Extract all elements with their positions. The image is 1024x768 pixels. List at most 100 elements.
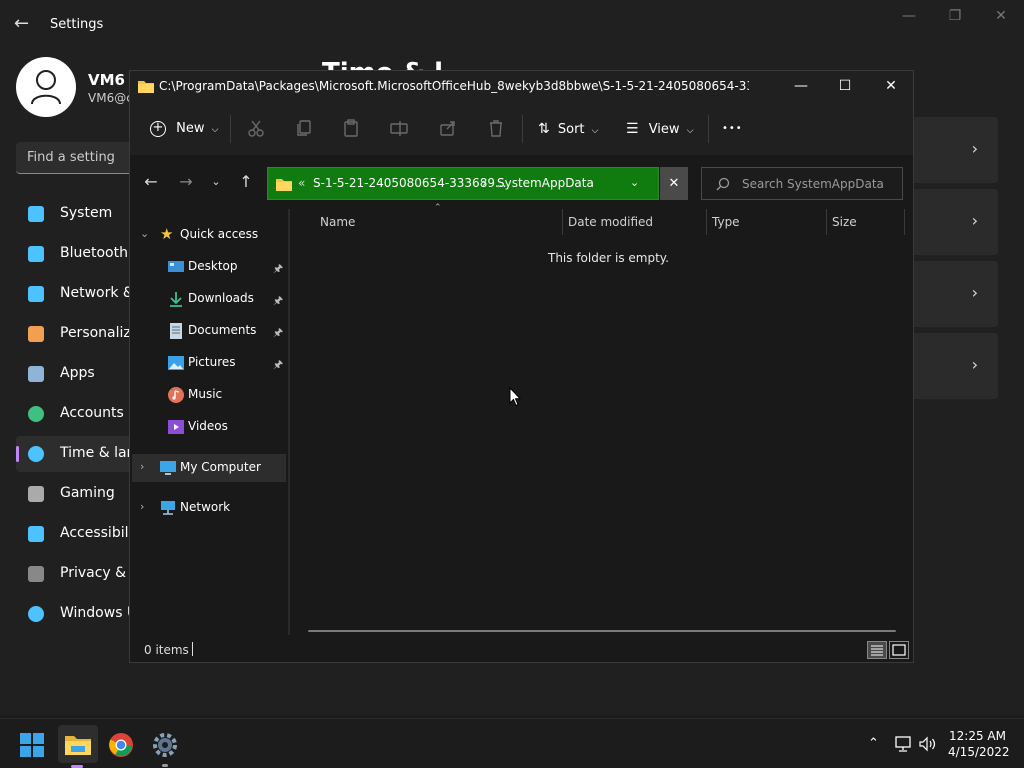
column-header-name[interactable]: Name: [320, 215, 355, 229]
network-status-icon[interactable]: [894, 736, 912, 752]
chevron-down-icon: ⌵: [686, 126, 694, 136]
up-arrow-icon[interactable]: ↑: [236, 172, 256, 192]
sidebar-item-desktop[interactable]: Desktop 🖈: [132, 253, 286, 281]
address-dropdown-chevron-icon[interactable]: ⌄: [630, 176, 639, 189]
back-arrow-icon[interactable]: ←: [141, 172, 161, 192]
sidebar-item-downloads[interactable]: Downloads 🖈: [132, 285, 286, 313]
sidebar-item-quick-access[interactable]: ⌄ ★ Quick access: [132, 221, 286, 249]
column-divider[interactable]: [826, 209, 827, 235]
sidebar-item-accessibility[interactable]: Accessibility: [16, 516, 146, 552]
chrome-icon[interactable]: [108, 732, 134, 758]
file-list: Name ⌃ Date modified Type Size This fold…: [290, 203, 913, 635]
network-icon: [161, 501, 175, 515]
volume-icon[interactable]: [919, 736, 937, 752]
expand-chevron-icon[interactable]: ⌄: [140, 227, 152, 240]
clear-address-button[interactable]: ✕: [660, 167, 688, 200]
restore-icon[interactable]: ❐: [932, 8, 978, 28]
sidebar-item-music[interactable]: Music: [132, 381, 286, 409]
sidebar-item-windows-u[interactable]: Windows U: [16, 596, 138, 632]
toolbar-divider: [230, 115, 231, 143]
close-icon[interactable]: ✕: [978, 8, 1024, 28]
sidebar-item-my-computer[interactable]: › My Computer: [132, 454, 286, 482]
file-explorer-taskbar-button[interactable]: [58, 725, 98, 763]
folder-icon: [276, 179, 292, 191]
toolbar-divider: [522, 115, 523, 143]
plus-circle-icon: +: [150, 120, 166, 137]
paste-icon[interactable]: [342, 119, 360, 137]
minimize-button[interactable]: —: [778, 71, 824, 103]
sidebar-item-label: Windows U: [60, 605, 138, 621]
navigation-pane: ⌄ ★ Quick access Desktop 🖈 Downloads 🖈 D…: [130, 209, 288, 635]
sidebar-item-time-lang[interactable]: Time & lang: [16, 436, 144, 472]
avatar[interactable]: [16, 57, 76, 117]
videos-icon: [168, 420, 184, 434]
settings-card[interactable]: ›: [912, 117, 998, 183]
clock-time: 12:25 AM: [949, 729, 1006, 743]
find-setting-input[interactable]: Find a setting: [16, 142, 134, 174]
search-input[interactable]: Search SystemAppData: [701, 167, 903, 200]
sidebar-item-personaliza[interactable]: Personaliza: [16, 316, 139, 352]
running-app-indicator: [162, 764, 168, 767]
sidebar-item-privacy-se[interactable]: Privacy & se: [16, 556, 146, 592]
sidebar-item-pictures[interactable]: Pictures 🖈: [132, 349, 286, 377]
settings-card[interactable]: ›: [912, 261, 998, 327]
cut-icon[interactable]: [247, 119, 265, 137]
breadcrumb-current[interactable]: SystemAppData: [497, 176, 594, 190]
close-button[interactable]: ✕: [868, 71, 914, 103]
item-count: 0 items: [144, 643, 189, 657]
sidebar-item-bluetooth[interactable]: Bluetooth &: [16, 236, 143, 272]
column-header-size[interactable]: Size: [832, 215, 857, 229]
more-options-button[interactable]: •••: [722, 117, 743, 141]
sort-button[interactable]: ⇅ Sort ⌵: [538, 117, 599, 141]
new-button[interactable]: + New ⌵: [150, 117, 218, 141]
window-title: C:\ProgramData\Packages\Microsoft.Micros…: [159, 79, 749, 93]
details-view-button[interactable]: [867, 641, 887, 659]
sidebar-item-documents[interactable]: Documents 🖈: [132, 317, 286, 345]
settings-card[interactable]: ›: [912, 333, 998, 399]
explorer-titlebar[interactable]: C:\ProgramData\Packages\Microsoft.Micros…: [130, 71, 913, 103]
copy-icon[interactable]: [295, 119, 313, 137]
share-icon[interactable]: [439, 119, 457, 137]
clock[interactable]: 12:25 AM 4/15/2022: [948, 728, 1010, 760]
column-header-date-modified[interactable]: Date modified: [568, 215, 653, 229]
column-divider[interactable]: [562, 209, 563, 235]
view-button[interactable]: ☰ View ⌵: [626, 117, 694, 141]
breadcrumb-overflow[interactable]: «: [298, 176, 305, 190]
rename-icon[interactable]: [390, 119, 408, 137]
sidebar-item-videos[interactable]: Videos: [132, 413, 286, 441]
settings-card[interactable]: ›: [912, 189, 998, 255]
maximize-button[interactable]: ☐: [822, 71, 868, 103]
forward-arrow-icon[interactable]: →: [176, 172, 196, 192]
back-arrow-icon[interactable]: ←: [14, 14, 34, 34]
clock-globe-icon: [28, 446, 44, 462]
breadcrumb-segment[interactable]: S-1-5-21-2405080654-333689...: [313, 176, 506, 190]
sidebar-item-apps[interactable]: Apps: [16, 356, 134, 392]
sidebar-item-network[interactable]: › Network: [132, 494, 286, 522]
find-setting-placeholder: Find a setting: [27, 150, 115, 165]
expand-chevron-icon[interactable]: ›: [140, 500, 152, 513]
column-header-type[interactable]: Type: [712, 215, 740, 229]
pin-icon[interactable]: 🖈: [273, 324, 285, 339]
sidebar-item-network[interactable]: Network &: [16, 276, 134, 312]
pin-icon[interactable]: 🖈: [273, 292, 285, 307]
sidebar-item-gaming[interactable]: Gaming: [16, 476, 134, 512]
start-icon[interactable]: [19, 732, 45, 758]
expand-chevron-icon[interactable]: ›: [140, 460, 152, 473]
sort-label: Sort: [557, 122, 585, 137]
sidebar-label: Desktop: [188, 259, 238, 273]
chevron-up-icon[interactable]: ⌃: [868, 736, 886, 752]
sidebar-item-system[interactable]: System: [16, 196, 134, 232]
horizontal-scrollbar[interactable]: [308, 630, 896, 632]
person-icon: [28, 406, 44, 422]
tiles-view-button[interactable]: [889, 641, 909, 659]
pin-icon[interactable]: 🖈: [273, 356, 285, 371]
minimize-icon[interactable]: —: [886, 8, 932, 28]
delete-icon[interactable]: [487, 119, 505, 137]
pin-icon[interactable]: 🖈: [273, 260, 285, 275]
recent-locations-chevron-icon[interactable]: ⌄: [206, 172, 226, 192]
settings-gear-icon[interactable]: [152, 732, 178, 758]
column-divider[interactable]: [904, 209, 905, 235]
column-divider[interactable]: [706, 209, 707, 235]
sidebar-item-accounts[interactable]: Accounts: [16, 396, 134, 432]
address-bar[interactable]: « S-1-5-21-2405080654-333689... › System…: [267, 167, 659, 200]
